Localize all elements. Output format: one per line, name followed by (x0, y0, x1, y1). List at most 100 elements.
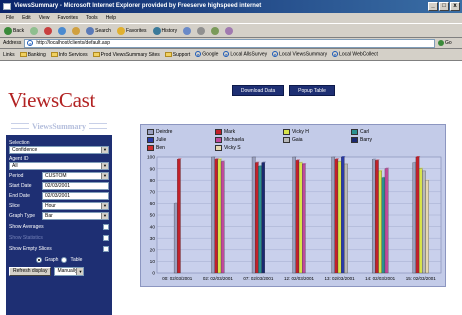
home-icon[interactable] (72, 26, 81, 35)
menu-edit[interactable]: Edit (22, 13, 31, 23)
discuss-icon[interactable] (225, 26, 234, 35)
bar (384, 168, 389, 274)
sidebar-title: ViewsSummary (8, 120, 110, 132)
agent-id-select[interactable]: All ▼ (9, 162, 109, 170)
stop-icon[interactable] (44, 26, 53, 35)
show-empty-checkbox[interactable] (103, 245, 109, 252)
x-tick-label: 00: 02/03/2001 (162, 276, 193, 281)
chevron-down-icon: ▼ (101, 203, 108, 209)
graph-type-select[interactable]: Bar ▼ (42, 212, 109, 220)
legend-item: Carl (351, 129, 369, 135)
x-tick-label: 14: 02/03/2001 (365, 276, 396, 281)
slice-select[interactable]: Hour ▼ (42, 202, 109, 210)
window-titlebar: ViewsSummary - Microsoft Internet Explor… (0, 0, 462, 13)
mail-icon[interactable] (183, 26, 192, 35)
refresh-mode-select[interactable]: Manually ▼ (54, 267, 85, 276)
display-mode-group: Graph Table (9, 255, 109, 264)
y-tick-label: 0 (152, 271, 155, 277)
legend-swatch (215, 129, 222, 135)
refresh-row: Refresh display Manually ▼ (9, 267, 109, 276)
chart-panel: 0 10 20 30 40 50 60 70 80 90 100 00: 02/03/2001 02: … (140, 124, 446, 287)
browser-toolbar: Back Search Favorites History (0, 23, 462, 38)
go-button[interactable]: Go (438, 40, 462, 46)
legend-item: Michaela (215, 137, 244, 143)
menu-tools[interactable]: Tools (86, 13, 98, 23)
bar (217, 159, 222, 274)
link-info-services[interactable]: Info Services (50, 52, 88, 58)
menu-help[interactable]: Help (106, 13, 116, 23)
bar (220, 161, 225, 274)
close-button[interactable]: x (450, 2, 460, 11)
refresh-display-button[interactable]: Refresh display (9, 267, 52, 276)
links-bar: Links Banking Info Services Prod ViewsSu… (0, 49, 462, 61)
chevron-down-icon: ▼ (101, 147, 108, 153)
bar (412, 162, 417, 274)
maximize-button[interactable]: □ (439, 2, 449, 11)
start-date-input[interactable]: 02/03/2001 (42, 182, 109, 190)
bar (341, 156, 345, 274)
download-data-button[interactable]: Download Data (232, 85, 284, 96)
slice-row: Slice Hour ▼ (9, 202, 109, 210)
edit-icon[interactable] (211, 26, 220, 35)
address-input[interactable]: e http://localhost/clients/default.asp (24, 38, 435, 48)
bar (177, 159, 181, 274)
folder-icon (164, 51, 172, 57)
back-button[interactable]: Back (4, 26, 24, 35)
bar (371, 159, 376, 274)
y-tick-label: 70 (150, 190, 156, 196)
ie-page-icon: e (272, 51, 279, 58)
x-tick-label: 07: 02/03/2001 (243, 276, 274, 281)
menu-file[interactable]: File (6, 13, 14, 23)
period-select[interactable]: CUSTOM ▼ (42, 172, 109, 180)
show-empty-row: Show Empty Slices (9, 244, 109, 253)
link-google[interactable]: e Google (195, 51, 218, 58)
link-banking[interactable]: Banking (19, 52, 46, 58)
graph-type-label: Graph Type (9, 213, 36, 219)
table-radio[interactable] (61, 256, 68, 263)
link-local-webcollect[interactable]: e Local WebCollect (332, 51, 378, 58)
chevron-down-icon: ▼ (101, 163, 108, 169)
legend-swatch (351, 137, 358, 143)
menu-view[interactable]: View (39, 13, 50, 23)
legend-item: Julie (147, 137, 166, 143)
legend-swatch (351, 129, 358, 135)
bar (331, 156, 335, 274)
print-icon[interactable] (197, 26, 206, 35)
end-date-input[interactable]: 02/03/2001 (42, 192, 109, 200)
search-button[interactable]: Search (86, 26, 111, 35)
refresh-icon[interactable] (58, 26, 67, 35)
forward-arrow-icon[interactable] (30, 26, 39, 35)
legend-label: Vicky H (292, 129, 309, 135)
bar (418, 168, 423, 274)
show-empty-label: Show Empty Slices (9, 245, 52, 252)
end-date-row: End Date 02/03/2001 (9, 192, 109, 200)
minimize-button[interactable]: _ (428, 2, 438, 11)
favorites-button[interactable]: Favorites (116, 26, 147, 35)
menu-favorites[interactable]: Favorites (57, 13, 78, 23)
selection-select[interactable]: Confidence ▼ (9, 146, 109, 154)
bar (378, 170, 382, 274)
folder-icon (92, 51, 100, 57)
legend-swatch (215, 137, 222, 143)
show-statistics-label: Show Statistics (9, 234, 43, 241)
history-button[interactable]: History (152, 26, 177, 35)
show-averages-checkbox[interactable] (103, 223, 109, 230)
link-local-viewssummary[interactable]: e Local ViewsSummary (272, 51, 327, 58)
link-prod-sites[interactable]: Prod ViewsSummary Sites (92, 51, 160, 58)
show-statistics-checkbox[interactable] (103, 234, 109, 241)
ie-page-icon: e (332, 51, 339, 58)
graph-radio[interactable] (35, 256, 42, 263)
graph-radio-label: Graph (44, 256, 59, 263)
bar (251, 156, 256, 274)
link-local-allssurvey[interactable]: e Local AllsSurvey (223, 51, 267, 58)
popup-table-button[interactable]: Popup Table (289, 85, 335, 96)
bar (258, 166, 262, 274)
address-url: http://localhost/clients/default.asp (36, 40, 110, 46)
y-tick-label: 20 (150, 248, 156, 254)
link-support[interactable]: Support (164, 51, 190, 58)
legend-item: Gaia (283, 137, 303, 143)
show-averages-label: Show Averages (9, 223, 44, 230)
bar (422, 170, 426, 274)
bar (261, 162, 265, 274)
graph-type-row: Graph Type Bar ▼ (9, 212, 109, 220)
